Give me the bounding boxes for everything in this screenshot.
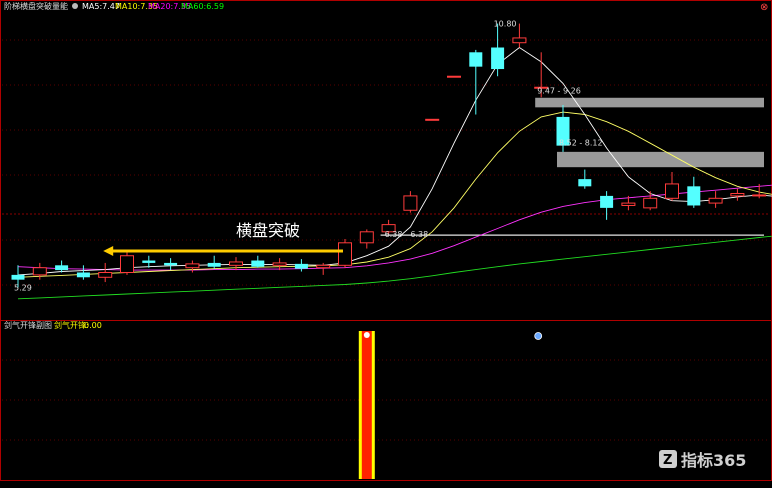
candle-body (185, 263, 200, 269)
header-indicators: MA5:7.47MA10:7.35MA20:7.35MA60:6.59 (82, 2, 224, 11)
candle-26 (578, 169, 592, 189)
candle-22 (491, 23, 505, 77)
candle-body (643, 197, 658, 209)
candle-body (752, 194, 767, 197)
settings-icon[interactable] (72, 3, 78, 9)
candle-body (32, 267, 47, 276)
candle-body (447, 75, 461, 78)
candle-7 (164, 258, 178, 271)
price-label-4: 6.38 - 6.38 (385, 230, 429, 239)
sub-series-value: 0.00 (84, 321, 102, 330)
main-title: 阶梯横盘突破量能 (4, 1, 68, 11)
candle-body (403, 195, 418, 211)
candle-body (294, 263, 308, 269)
candle-body (469, 52, 483, 67)
close-icon[interactable]: ⊗ (760, 2, 768, 13)
candle-31 (687, 176, 701, 208)
candle-3 (76, 265, 90, 280)
breakout-arrow (103, 245, 343, 256)
candle-12 (272, 258, 287, 271)
candle-4 (98, 262, 113, 283)
candle-29 (643, 191, 658, 211)
candle-8 (185, 260, 200, 273)
price-label-2: 9.47 - 9.26 (537, 87, 581, 96)
signal-dot (534, 332, 543, 340)
candle-body (730, 193, 745, 197)
candle-body (164, 262, 178, 266)
indicator-3: MA60:6.59 (181, 2, 224, 11)
watermark-text: 指标365 (681, 451, 746, 470)
signal-bar-dot (363, 332, 370, 338)
candle-20 (447, 75, 461, 78)
candle-body (578, 179, 592, 187)
candle-body (665, 183, 679, 199)
resistance-zones (535, 97, 764, 168)
resistance-zone-0 (535, 97, 764, 108)
signal-markers (358, 331, 543, 479)
price-label-1: 10.80 (494, 20, 517, 29)
sub-panel-title: 剑气开锋副图 (4, 320, 52, 330)
candle-18 (403, 191, 418, 213)
watermark: Z 指标365 (659, 450, 746, 470)
candle-body (687, 186, 701, 206)
candle-body (142, 260, 156, 263)
breakout-annotation: 横盘突破 (236, 221, 300, 240)
arrow-head (103, 245, 114, 256)
price-label-3: 8.52 - 8.12 (559, 138, 603, 147)
candle-body (76, 272, 90, 278)
candle-body (600, 195, 614, 208)
resistance-zone-1 (557, 151, 764, 168)
candle-body (251, 260, 265, 267)
candle-body (55, 265, 69, 271)
candle-body (359, 231, 374, 244)
candle-13 (294, 259, 308, 272)
candle-body (425, 118, 440, 121)
candle-27 (600, 191, 614, 220)
candle-body (491, 47, 505, 70)
stock-chart: 阶梯横盘突破量能 MA5:7.47MA10:7.35MA20:7.35MA60:… (0, 0, 772, 481)
candle-body (207, 262, 221, 267)
candle-30 (665, 171, 679, 201)
candle-body (621, 202, 636, 206)
candle-33 (730, 188, 745, 201)
candle-body (229, 261, 243, 266)
candle-body (120, 255, 134, 273)
candle-9 (207, 255, 221, 269)
candle-body (316, 264, 331, 269)
watermark-logo-glyph: Z (663, 453, 672, 468)
candle-32 (708, 191, 723, 208)
candle-6 (142, 255, 156, 268)
candle-21 (469, 49, 483, 115)
candle-body (11, 274, 25, 280)
candle-15 (338, 238, 352, 268)
candle-body (708, 197, 723, 204)
candle-1 (32, 262, 47, 280)
price-label-0: 5.29 (14, 283, 32, 292)
candle-body (98, 271, 113, 278)
candle-5 (120, 250, 134, 275)
candle-2 (55, 260, 69, 273)
candle-16 (359, 229, 374, 249)
candle-body (512, 37, 527, 44)
signal-bar-inner (361, 331, 372, 479)
candle-body (338, 242, 352, 266)
candle-11 (251, 255, 265, 268)
candle-19 (425, 118, 440, 121)
candle-body (272, 262, 287, 266)
